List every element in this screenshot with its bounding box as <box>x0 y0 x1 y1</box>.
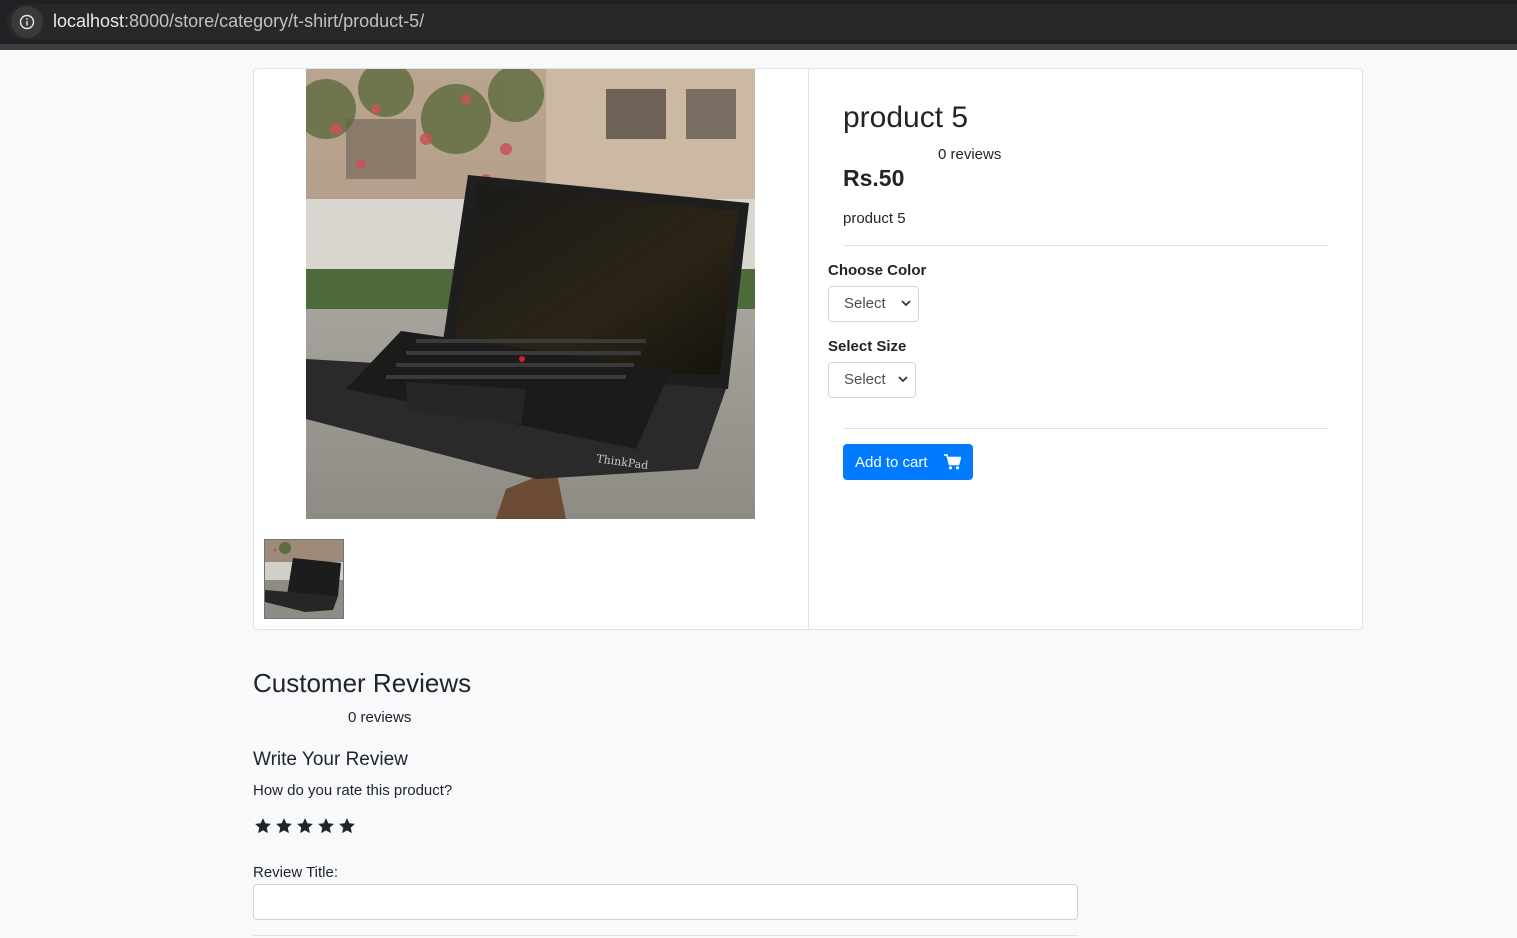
divider <box>843 245 1328 246</box>
add-to-cart-label: Add to cart <box>855 453 928 471</box>
product-thumbnail[interactable] <box>264 539 344 619</box>
browser-toolbar: localhost:8000/store/category/t-shirt/pr… <box>0 0 1517 50</box>
star-icon[interactable] <box>296 817 314 835</box>
product-info: product 5 0 reviews Rs.50 product 5 Choo… <box>809 69 1362 629</box>
url-path: :8000/store/category/t-shirt/product-5/ <box>124 11 425 31</box>
customer-reviews-heading: Customer Reviews <box>253 668 472 698</box>
color-select-value: Select <box>844 295 886 312</box>
review-title-input[interactable] <box>253 884 1078 920</box>
add-to-cart-button[interactable]: Add to cart <box>843 444 973 480</box>
review-title-label: Review Title: <box>253 864 339 881</box>
product-gallery: ThinkPad <box>254 69 809 629</box>
url-host: localhost <box>53 11 125 31</box>
size-select-value: Select <box>844 371 886 388</box>
color-label: Choose Color <box>828 262 927 279</box>
size-label: Select Size <box>828 338 907 355</box>
product-main-image[interactable]: ThinkPad <box>306 69 755 519</box>
star-icon[interactable] <box>275 817 293 835</box>
cart-icon <box>944 454 961 470</box>
chevron-down-icon <box>901 300 911 307</box>
product-price: Rs.50 <box>843 165 905 191</box>
write-review-heading: Write Your Review <box>253 749 408 770</box>
star-rating[interactable] <box>254 817 356 835</box>
rate-question: How do you rate this product? <box>253 782 453 799</box>
divider <box>843 428 1328 429</box>
star-icon[interactable] <box>338 817 356 835</box>
url-text[interactable]: localhost:8000/store/category/t-shirt/pr… <box>53 11 424 32</box>
divider <box>253 935 1078 936</box>
product-card: ThinkPad product 5 0 reviews Rs.50 produ… <box>253 68 1363 630</box>
site-info-icon[interactable] <box>11 6 43 38</box>
customer-review-count: 0 reviews <box>348 709 412 726</box>
star-icon[interactable] <box>317 817 335 835</box>
size-select[interactable]: Select <box>828 362 916 398</box>
star-icon[interactable] <box>254 817 272 835</box>
product-title: product 5 <box>843 101 969 134</box>
product-description: product 5 <box>843 210 906 227</box>
color-select[interactable]: Select <box>828 286 919 322</box>
chevron-down-icon <box>898 376 908 383</box>
product-review-count: 0 reviews <box>938 146 1002 163</box>
